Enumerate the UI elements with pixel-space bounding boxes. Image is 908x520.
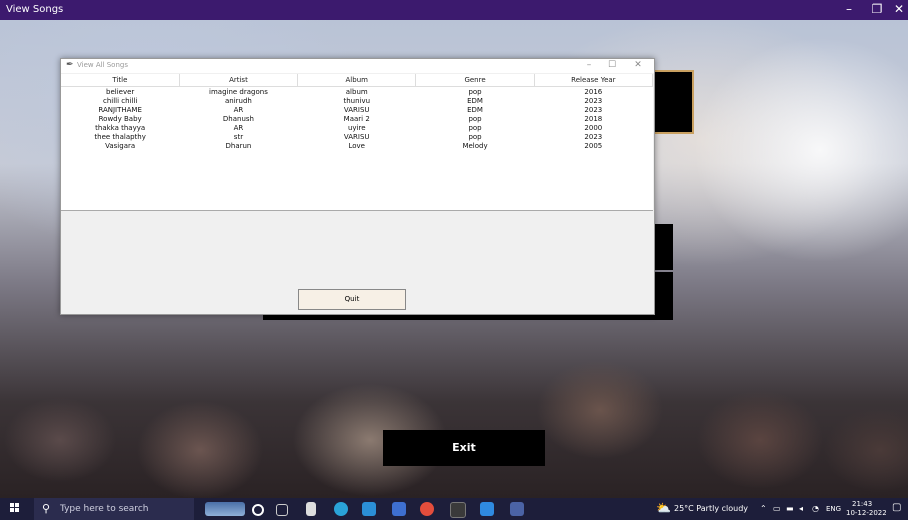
clock-time[interactable]: 21:43 [852,500,872,508]
cell-title: thakka thayya [95,123,146,132]
cell-album: thunivu [343,96,371,105]
cell-genre: EDM [467,105,483,114]
cell-genre: Melody [462,141,488,150]
column-header-genre[interactable]: Genre [415,74,535,87]
battery-icon[interactable]: ▬ [786,504,794,513]
cell-artist: Dhanush [222,114,254,123]
taskbar-search-box[interactable]: ⚲ Type here to search [34,498,194,520]
crowd-image [0,320,908,498]
cell-artist: anirudh [225,96,252,105]
chevron-up-icon[interactable]: ⌃ [760,504,767,513]
cell-album: album [345,87,368,96]
network-icon[interactable]: ▭ [773,504,781,513]
file-icon[interactable] [306,502,316,516]
vscode-icon[interactable] [480,502,494,516]
close-icon[interactable]: ✕ [886,2,908,16]
cell-title: thee thalapthy [94,132,146,141]
landscape-icon[interactable] [205,502,245,516]
cell-title: RANJITHAME [98,105,142,114]
child-minimize-icon[interactable]: – [581,60,597,70]
cell-genre: pop [468,123,482,132]
speaker-icon[interactable]: ◂ [799,504,803,513]
edge-icon[interactable] [334,502,348,516]
column-header-artist[interactable]: Artist [179,74,299,87]
cell-genre: EDM [467,96,483,105]
table-row[interactable]: chilli chilli anirudh thunivu EDM 2023 [61,96,653,105]
feather-icon: ✒ [66,60,74,70]
taskbar: ⚲ Type here to search ⛅ 25°C Partly clou… [0,498,908,520]
cell-release-year: 2023 [584,132,603,141]
cell-genre: pop [468,132,482,141]
chrome-icon[interactable] [420,502,434,516]
cell-artist: str [233,132,244,141]
windows-start-icon[interactable] [10,503,20,513]
cell-release-year: 2016 [584,87,603,96]
cell-title: believer [106,87,135,96]
table-header-row: Title Artist Album Genre Release Year [61,74,654,87]
cell-title: Rowdy Baby [98,114,142,123]
cell-album: Maari 2 [343,114,370,123]
clock-date[interactable]: 10-12-2022 [846,509,887,517]
table-row[interactable]: thee thalapthy str VARISU pop 2023 [61,132,653,141]
store-icon[interactable] [392,502,406,516]
cell-artist: Dharun [225,141,252,150]
task-view-icon[interactable] [276,504,288,516]
cell-release-year: 2018 [584,114,603,123]
black-panel-middle [653,224,673,270]
cell-album: uyire [347,123,366,132]
mail-icon[interactable] [362,502,376,516]
child-title-bar: ✒ View All Songs – ☐ ✕ [61,59,654,73]
cell-title: Vasigara [105,141,136,150]
exit-button[interactable]: Exit [383,430,545,466]
cell-release-year: 2023 [584,96,603,105]
cell-album: Love [348,141,365,150]
table-row[interactable]: believer imagine dragons album pop 2016 [61,87,653,97]
cell-album: VARISU [343,105,370,114]
weather-text[interactable]: 25°C Partly cloudy [674,504,748,513]
cell-artist: AR [233,105,244,114]
weather-icon: ⛅ [656,501,671,515]
cell-genre: pop [468,114,482,123]
column-header-release-year[interactable]: Release Year [534,74,654,87]
cell-release-year: 2005 [584,141,603,150]
cell-album: VARISU [343,132,370,141]
terminal-icon[interactable] [450,502,466,518]
main-window-title: View Songs [6,4,64,15]
column-header-title[interactable]: Title [61,74,180,87]
child-window-title: View All Songs [77,61,128,69]
table-row[interactable]: Vasigara Dharun Love Melody 2005 [61,141,653,150]
cortana-icon[interactable] [252,504,264,516]
cell-artist: imagine dragons [209,87,268,96]
language-indicator[interactable]: ENG [826,505,841,513]
minimize-icon[interactable]: – [836,2,862,16]
search-icon: ⚲ [42,502,51,515]
quit-button[interactable]: Quit [298,289,406,310]
column-header-album[interactable]: Album [297,74,417,87]
cell-release-year: 2023 [584,105,603,114]
search-placeholder: Type here to search [60,504,149,514]
cell-artist: AR [233,123,244,132]
table-row[interactable]: thakka thayya AR uyire pop 2000 [61,123,653,132]
cell-release-year: 2000 [584,123,603,132]
main-title-bar: View Songs – ❐ ✕ [0,0,908,20]
child-close-icon[interactable]: ✕ [630,60,646,70]
view-all-songs-window: ✒ View All Songs – ☐ ✕ Title Artist Albu… [60,58,655,315]
cell-genre: pop [468,87,482,96]
wifi-icon[interactable]: ◔ [812,504,819,513]
black-panel-top [650,70,694,134]
notification-icon[interactable]: ▢ [892,502,901,513]
cell-title: chilli chilli [102,96,138,105]
python-icon[interactable] [510,502,524,516]
songs-table[interactable]: Title Artist Album Genre Release Year be… [61,74,654,211]
table-row[interactable]: Rowdy Baby Dhanush Maari 2 pop 2018 [61,114,653,123]
child-maximize-icon[interactable]: ☐ [604,60,620,70]
table-row[interactable]: RANJITHAME AR VARISU EDM 2023 [61,105,653,114]
